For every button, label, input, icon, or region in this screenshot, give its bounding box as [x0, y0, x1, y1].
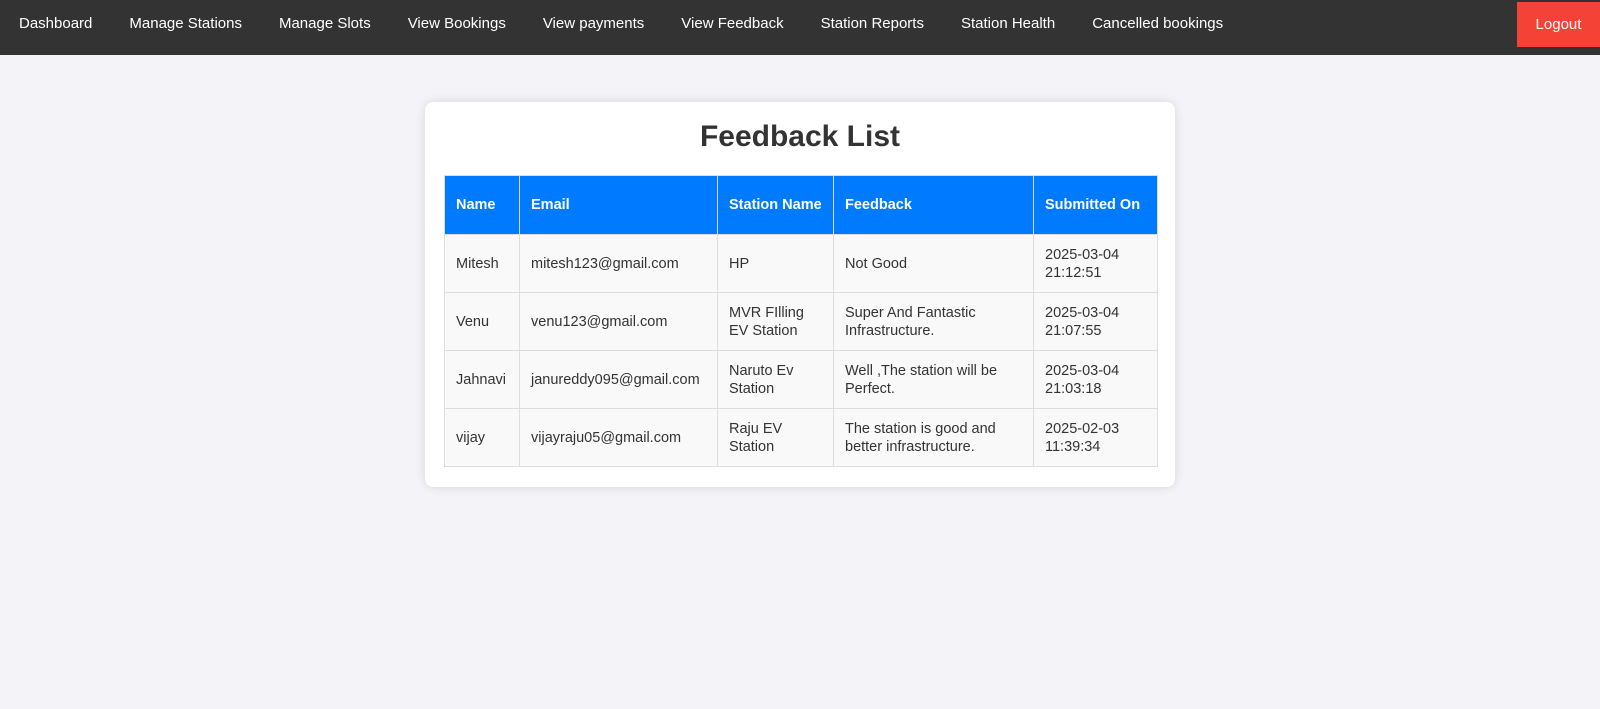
- nav-link-manage-stations[interactable]: Manage Stations: [129, 15, 242, 32]
- column-header-name: Name: [444, 175, 520, 235]
- table-row: vijay vijayraju05@gmail.com Raju EV Stat…: [444, 408, 1158, 467]
- nav-link-station-health[interactable]: Station Health: [961, 15, 1055, 32]
- table-header-row: Name Email Station Name Feedback Submitt…: [444, 175, 1158, 235]
- cell-email: venu123@gmail.com: [519, 292, 718, 351]
- table-row: Venu venu123@gmail.com MVR FIlling EV St…: [444, 292, 1158, 351]
- nav-link-dashboard[interactable]: Dashboard: [19, 15, 92, 32]
- nav-link-view-bookings[interactable]: View Bookings: [408, 15, 506, 32]
- cell-feedback: Not Good: [833, 234, 1034, 293]
- table-row: Mitesh mitesh123@gmail.com HP Not Good 2…: [444, 234, 1158, 293]
- cell-email: janureddy095@gmail.com: [519, 350, 718, 409]
- cell-station-name: MVR FIlling EV Station: [717, 292, 834, 351]
- feedback-table: Name Email Station Name Feedback Submitt…: [444, 175, 1158, 467]
- cell-station-name: HP: [717, 234, 834, 293]
- nav-link-cancelled-bookings[interactable]: Cancelled bookings: [1092, 15, 1223, 32]
- cell-name: Mitesh: [444, 234, 520, 293]
- column-header-feedback: Feedback: [833, 175, 1034, 235]
- nav-link-view-feedback[interactable]: View Feedback: [681, 15, 783, 32]
- cell-feedback: Well ,The station will be Perfect.: [833, 350, 1034, 409]
- cell-station-name: Raju EV Station: [717, 408, 834, 467]
- column-header-submitted-on: Submitted On: [1033, 175, 1158, 235]
- nav-links: Dashboard Manage Stations Manage Slots V…: [0, 0, 1241, 47]
- cell-submitted-on: 2025-03-04 21:03:18: [1033, 350, 1158, 409]
- cell-station-name: Naruto Ev Station: [717, 350, 834, 409]
- nav-link-view-payments[interactable]: View payments: [543, 15, 644, 32]
- top-navbar: Dashboard Manage Stations Manage Slots V…: [0, 0, 1600, 55]
- cell-submitted-on: 2025-03-04 21:12:51: [1033, 234, 1158, 293]
- feedback-card: Feedback List Name Email Station Name Fe…: [425, 102, 1175, 487]
- cell-name: vijay: [444, 408, 520, 467]
- cell-feedback: Super And Fantastic Infrastructure.: [833, 292, 1034, 351]
- cell-email: vijayraju05@gmail.com: [519, 408, 718, 467]
- cell-name: Venu: [444, 292, 520, 351]
- logout-button[interactable]: Logout: [1517, 2, 1600, 47]
- cell-submitted-on: 2025-02-03 11:39:34: [1033, 408, 1158, 467]
- cell-submitted-on: 2025-03-04 21:07:55: [1033, 292, 1158, 351]
- nav-link-station-reports[interactable]: Station Reports: [821, 15, 924, 32]
- column-header-email: Email: [519, 175, 718, 235]
- table-row: Jahnavi janureddy095@gmail.com Naruto Ev…: [444, 350, 1158, 409]
- page-title: Feedback List: [699, 120, 901, 153]
- cell-name: Jahnavi: [444, 350, 520, 409]
- column-header-station-name: Station Name: [717, 175, 834, 235]
- nav-link-manage-slots[interactable]: Manage Slots: [279, 15, 371, 32]
- cell-feedback: The station is good and better infrastru…: [833, 408, 1034, 467]
- cell-email: mitesh123@gmail.com: [519, 234, 718, 293]
